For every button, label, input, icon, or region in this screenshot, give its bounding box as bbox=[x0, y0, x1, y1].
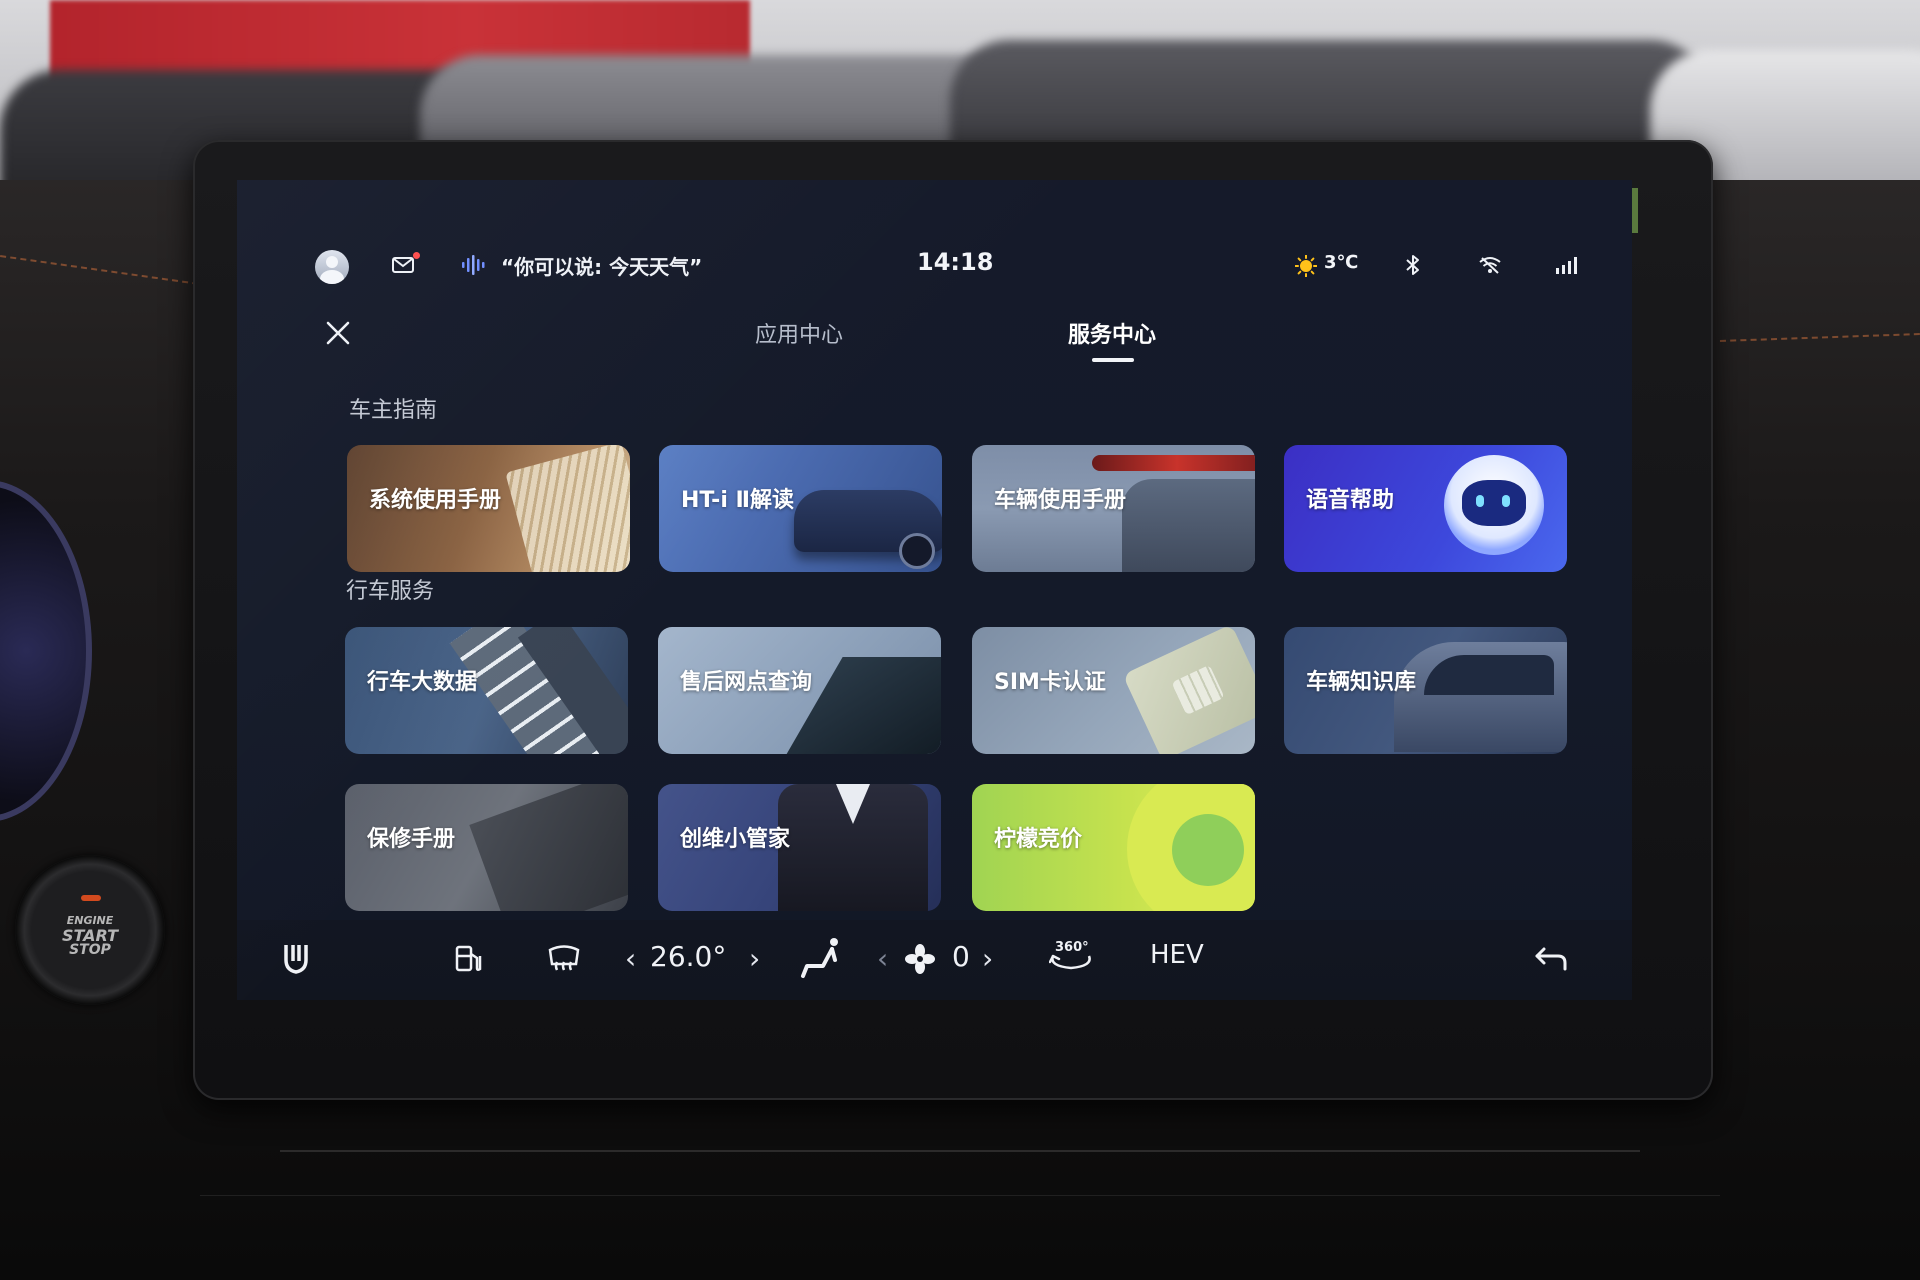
wifi-icon[interactable] bbox=[1478, 256, 1502, 274]
lemon-center bbox=[1172, 814, 1244, 886]
camera-360-icon[interactable]: 360° bbox=[1049, 940, 1093, 978]
section-title-driving-service: 行车服务 bbox=[346, 579, 435, 604]
sun-icon bbox=[1295, 255, 1317, 277]
card-label: SIM卡认证 bbox=[994, 670, 1106, 695]
card-system-manual[interactable]: 系统使用手册 bbox=[347, 445, 630, 572]
fuel-icon[interactable] bbox=[454, 944, 484, 974]
temp-increase-button[interactable]: › bbox=[749, 942, 760, 975]
car-wheel bbox=[899, 533, 935, 569]
card-service-outlet-search[interactable]: 售后网点查询 bbox=[658, 627, 941, 754]
card-driving-data[interactable]: 行车大数据 bbox=[345, 627, 628, 754]
bluetooth-icon[interactable] bbox=[1404, 254, 1422, 276]
dashboard-trim bbox=[280, 1150, 1640, 1152]
card-label: 柠檬竞价 bbox=[994, 827, 1083, 852]
camera-360-arc bbox=[1049, 954, 1091, 970]
engine-start-button[interactable]: ENGINE START STOP bbox=[15, 855, 165, 1005]
voice-hint[interactable]: “你可以说: 今天天气” bbox=[501, 251, 702, 280]
card-hti-explained[interactable]: HT-i Ⅱ解读 bbox=[659, 445, 942, 572]
card-label: 车辆知识库 bbox=[1306, 670, 1417, 695]
book-image bbox=[505, 445, 630, 572]
fan-increase-button[interactable]: › bbox=[982, 942, 993, 975]
signal-icon bbox=[1556, 257, 1577, 274]
card-lemon-bidding[interactable]: 柠檬竞价 bbox=[972, 784, 1255, 911]
clock: 14:18 bbox=[917, 248, 994, 276]
card-label: 行车大数据 bbox=[367, 670, 478, 695]
robot-eye bbox=[1476, 495, 1484, 507]
card-label: 售后网点查询 bbox=[680, 670, 813, 695]
robot-eye bbox=[1502, 495, 1510, 507]
card-label: 保修手册 bbox=[367, 827, 456, 852]
card-label: 语音帮助 bbox=[1306, 488, 1395, 513]
card-warranty-manual[interactable]: 保修手册 bbox=[345, 784, 628, 911]
car-rear-body bbox=[1122, 479, 1255, 572]
seat-airflow-icon[interactable] bbox=[799, 936, 843, 980]
app-shield-icon[interactable] bbox=[282, 942, 310, 974]
climate-control-bar: ‹ 26.0° › ‹ 0 › 360° HEV bbox=[237, 920, 1632, 1000]
card-voice-help[interactable]: 语音帮助 bbox=[1284, 445, 1567, 572]
voice-wave-icon[interactable] bbox=[461, 254, 487, 276]
robot-face bbox=[1462, 480, 1526, 526]
mail-icon[interactable] bbox=[392, 257, 414, 273]
temp-decrease-button[interactable]: ‹ bbox=[625, 942, 636, 975]
book-cover-image bbox=[469, 784, 628, 911]
rear-defrost-icon[interactable] bbox=[547, 944, 581, 974]
card-label: 车辆使用手册 bbox=[994, 488, 1127, 513]
fan-speed: 0 bbox=[952, 940, 970, 973]
outside-temperature: 3℃ bbox=[1324, 252, 1359, 273]
card-label: HT-i Ⅱ解读 bbox=[681, 488, 795, 513]
card-label: 系统使用手册 bbox=[369, 488, 502, 513]
card-vehicle-knowledge-base[interactable]: 车辆知识库 bbox=[1284, 627, 1567, 754]
close-icon[interactable] bbox=[325, 320, 351, 346]
card-label: 创维小管家 bbox=[680, 827, 791, 852]
tab-service-center[interactable]: 服务中心 bbox=[1068, 317, 1156, 349]
card-sim-verification[interactable]: SIM卡认证 bbox=[972, 627, 1255, 754]
car-window bbox=[1424, 655, 1554, 695]
section-title-owner-guide: 车主指南 bbox=[349, 398, 438, 423]
fan-decrease-button[interactable]: ‹ bbox=[877, 942, 888, 975]
dashboard-trim bbox=[200, 1195, 1720, 1196]
card-vehicle-manual[interactable]: 车辆使用手册 bbox=[972, 445, 1255, 572]
taillight-image bbox=[1092, 455, 1255, 471]
infotainment-screen: “你可以说: 今天天气” 14:18 3℃ 应用中心 服务中心 车主指南 系统使… bbox=[237, 180, 1632, 1000]
drive-mode[interactable]: HEV bbox=[1150, 940, 1204, 970]
tab-app-center[interactable]: 应用中心 bbox=[755, 317, 843, 349]
mail-notification-badge bbox=[413, 252, 420, 259]
fan-icon bbox=[905, 944, 935, 974]
user-avatar[interactable] bbox=[315, 250, 349, 284]
start-button-label: ENGINE START STOP bbox=[61, 914, 119, 958]
card-skyworth-butler[interactable]: 创维小管家 bbox=[658, 784, 941, 911]
back-icon[interactable] bbox=[1534, 946, 1568, 972]
active-tab-indicator bbox=[1092, 358, 1134, 362]
start-button-led bbox=[81, 895, 101, 901]
cabin-temperature: 26.0° bbox=[650, 940, 727, 973]
